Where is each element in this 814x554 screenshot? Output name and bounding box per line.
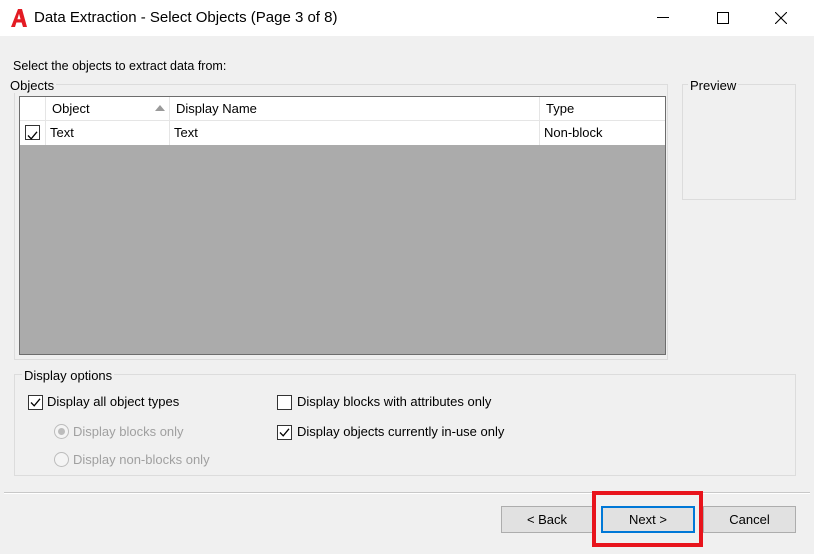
objects-list[interactable]: Object Display Name Type Text Text Non-b… [19, 96, 666, 355]
header-checkbox-column[interactable] [20, 97, 46, 121]
close-icon [775, 12, 787, 24]
maximize-button[interactable] [700, 0, 746, 36]
display-non-blocks-only-label: Display non-blocks only [73, 452, 210, 467]
table-row[interactable]: Text Text Non-block [20, 121, 665, 145]
checkmark-icon [30, 398, 41, 407]
row-type-cell: Non-block [544, 125, 603, 140]
row-object-cell: Text [46, 121, 170, 145]
minimize-button[interactable] [640, 0, 686, 36]
back-button[interactable]: < Back [501, 506, 593, 533]
title-bar: Data Extraction - Select Objects (Page 3… [0, 0, 814, 36]
checkmark-icon [279, 428, 290, 437]
row-display-name-cell: Text [170, 121, 540, 145]
minimize-icon [657, 17, 669, 18]
display-non-blocks-only-radio[interactable] [54, 452, 69, 467]
row-checkbox-cell [20, 121, 46, 145]
close-button[interactable] [758, 0, 804, 36]
preview-box [682, 84, 796, 200]
column-header-type[interactable]: Type [540, 97, 665, 121]
cancel-button[interactable]: Cancel [703, 506, 796, 533]
instruction-text: Select the objects to extract data from: [13, 59, 227, 73]
display-objects-in-use-checkbox[interactable] [277, 425, 292, 440]
column-header-object[interactable]: Object [46, 97, 170, 121]
preview-label: Preview [688, 78, 739, 93]
display-blocks-only-label: Display blocks only [73, 424, 184, 439]
column-header-display-name-label: Display Name [176, 101, 257, 116]
autocad-logo-icon [11, 9, 27, 27]
display-objects-in-use-label: Display objects currently in-use only [297, 424, 505, 439]
maximize-icon [717, 12, 729, 24]
list-header: Object Display Name Type [20, 97, 665, 121]
next-button-highlight [592, 491, 703, 547]
checkmark-icon [27, 131, 38, 140]
objects-group-label: Objects [8, 78, 57, 93]
display-blocks-with-attributes-label: Display blocks with attributes only [297, 394, 492, 409]
column-header-display-name[interactable]: Display Name [170, 97, 540, 121]
display-all-object-types-checkbox[interactable] [28, 395, 43, 410]
window-title: Data Extraction - Select Objects (Page 3… [34, 9, 338, 26]
column-header-object-label: Object [52, 101, 90, 116]
display-options-label: Display options [22, 368, 115, 383]
display-all-object-types-label: Display all object types [47, 394, 180, 409]
display-blocks-only-radio[interactable] [54, 424, 69, 439]
display-blocks-with-attributes-checkbox[interactable] [277, 395, 292, 410]
row-checkbox[interactable] [25, 125, 40, 140]
column-header-type-label: Type [546, 101, 575, 116]
sort-ascending-icon [155, 105, 165, 111]
